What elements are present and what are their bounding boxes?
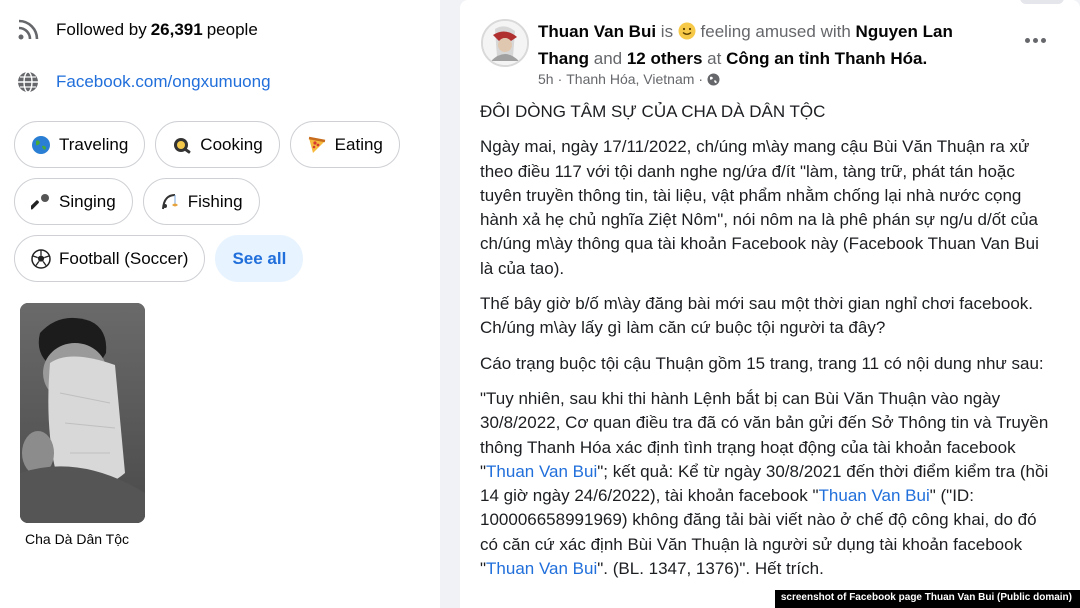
- dot: [1032, 37, 1038, 43]
- profile-link-1[interactable]: Thuan Van Bui: [486, 462, 597, 481]
- author-name[interactable]: Thuan Van Bui: [538, 22, 656, 41]
- hobbies-list: Traveling Cooking Eating Singing Fishing: [14, 121, 434, 292]
- and-text: and: [593, 49, 623, 68]
- others-link[interactable]: 12 others: [627, 49, 703, 68]
- intro-card: Followed by 26,391 people Facebook.com/o…: [0, 0, 440, 608]
- post-location[interactable]: Thanh Hóa, Vietnam: [566, 71, 694, 87]
- website-row: Facebook.com/ongxumuong: [16, 70, 271, 94]
- profile-link-2[interactable]: Thuan Van Bui: [819, 486, 930, 505]
- post-time[interactable]: 5h: [538, 71, 554, 87]
- profile-link-3[interactable]: Thuan Van Bui: [486, 559, 597, 578]
- top-right-button[interactable]: [1020, 0, 1064, 4]
- smiley-icon: [678, 22, 696, 47]
- see-all-hobbies-button[interactable]: See all: [215, 235, 304, 282]
- dot: [1024, 37, 1030, 43]
- is-text: is: [660, 22, 674, 41]
- post-meta: 5h · Thanh Hóa, Vietnam ·: [538, 71, 720, 87]
- image-credit: screenshot of Facebook page Thuan Van Bu…: [774, 590, 1080, 608]
- globe-icon: [31, 135, 51, 155]
- post-paragraph-1: Ngày mai, ngày 17/11/2022, ch/úng m\ày m…: [480, 137, 1039, 278]
- followers-suffix: people: [206, 20, 258, 39]
- hobby-singing[interactable]: Singing: [14, 178, 133, 225]
- hobby-label: Cooking: [200, 134, 263, 154]
- post-body: ĐÔI DÒNG TÂM SỰ CỦA CHA DÀ DÂN TỘC Ngày …: [480, 100, 1050, 592]
- followers-prefix: Followed by: [56, 20, 147, 39]
- website-link[interactable]: Facebook.com/ongxumuong: [56, 72, 271, 92]
- hobby-label: Eating: [334, 134, 383, 154]
- meta-separator: ·: [698, 71, 704, 87]
- hobby-cooking[interactable]: Cooking: [155, 121, 280, 168]
- hobby-label: Singing: [59, 191, 116, 211]
- post-paragraph-4: "Tuy nhiên, sau khi thi hành Lệnh bắt bị…: [480, 387, 1050, 581]
- public-globe-icon[interactable]: [707, 73, 720, 86]
- fishing-icon: [160, 192, 180, 212]
- author-avatar[interactable]: [481, 19, 529, 67]
- pizza-icon: [307, 135, 327, 155]
- post-card: Thuan Van Bui is feeling amused with Ngu…: [460, 0, 1080, 608]
- hobby-football[interactable]: Football (Soccer): [14, 235, 206, 282]
- post-options-button[interactable]: [1020, 30, 1050, 50]
- cooking-icon: [172, 135, 192, 155]
- followers-row: Followed by 26,391 people: [16, 18, 258, 42]
- rss-icon: [16, 18, 40, 42]
- featured-photo[interactable]: [20, 303, 145, 523]
- hobby-label: Fishing: [187, 191, 243, 211]
- meta-separator: ·: [557, 71, 563, 87]
- soccer-ball-icon: [31, 248, 51, 269]
- globe-icon: [16, 70, 40, 94]
- hobby-label: Traveling: [59, 134, 129, 154]
- at-text: at: [707, 49, 722, 68]
- microphone-icon: [31, 192, 51, 212]
- post-title: ĐÔI DÒNG TÂM SỰ CỦA CHA DÀ DÂN TỘC: [480, 102, 826, 121]
- hobby-label: Football (Soccer): [59, 248, 189, 268]
- photo-caption: Cha Dà Dân Tộc: [25, 531, 130, 547]
- dot: [1040, 37, 1046, 43]
- hobby-fishing[interactable]: Fishing: [142, 178, 260, 225]
- quote-part-4: ". (BL. 1347, 1376)". Hết trích.: [597, 559, 824, 579]
- post-paragraph-2: Thế bây giờ b/ố m\ày đăng bài mới sau mộ…: [480, 294, 1033, 338]
- feeling-text: feeling amused with: [700, 22, 851, 41]
- post-paragraph-3: Cáo trạng buộc tội cậu Thuận gồm 15 tran…: [480, 353, 1044, 373]
- hobby-traveling[interactable]: Traveling: [14, 121, 146, 168]
- post-header: Thuan Van Bui is feeling amused with Ngu…: [538, 20, 1008, 71]
- followers-count[interactable]: 26,391: [151, 20, 203, 40]
- hobby-eating[interactable]: Eating: [289, 121, 400, 168]
- place-link[interactable]: Công an tỉnh Thanh Hóa.: [726, 49, 927, 68]
